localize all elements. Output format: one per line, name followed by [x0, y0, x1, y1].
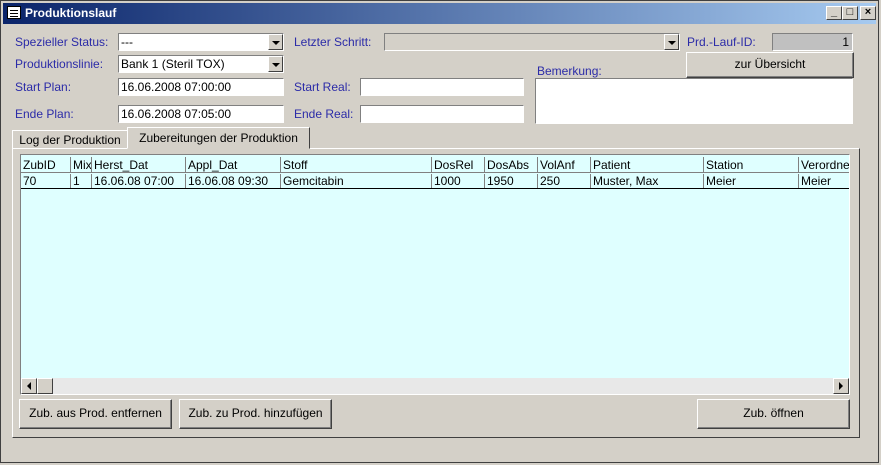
- dropdown-arrow-icon[interactable]: [268, 34, 283, 50]
- cell-herst-dat[interactable]: 16.06.08 07:00: [92, 174, 186, 189]
- start-plan-label: Start Plan:: [15, 80, 72, 94]
- start-real-label: Start Real:: [294, 80, 351, 94]
- tab-zubereitungen-der-produktion[interactable]: Zubereitungen der Produktion: [127, 127, 310, 149]
- start-real-field[interactable]: [360, 78, 524, 96]
- horizontal-scrollbar[interactable]: [21, 378, 849, 394]
- dropdown-arrow-icon[interactable]: [664, 34, 679, 50]
- column-header-station[interactable]: Station: [704, 157, 799, 173]
- header-divider: [21, 172, 849, 173]
- spezieller-status-combo[interactable]: ---: [118, 33, 284, 51]
- ende-plan-label: Ende Plan:: [15, 107, 74, 121]
- start-plan-field[interactable]: 16.06.2008 07:00:00: [118, 78, 284, 96]
- letzter-schritt-combo[interactable]: [384, 33, 680, 51]
- spezieller-status-label: Spezieller Status:: [15, 35, 109, 49]
- letzter-schritt-label: Letzter Schritt:: [294, 35, 372, 49]
- produktionslinie-combo[interactable]: Bank 1 (Steril TOX): [118, 55, 284, 73]
- cell-zubid[interactable]: 70: [21, 174, 71, 189]
- zur-uebersicht-button[interactable]: zur Übersicht: [686, 52, 854, 78]
- produktionslauf-window: Produktionslauf _ □ × Spezieller Status:…: [0, 0, 879, 463]
- row-divider: [21, 188, 849, 189]
- prd-lauf-id-field: 1: [772, 33, 853, 51]
- ende-real-field[interactable]: [360, 105, 524, 123]
- zub-hinzufuegen-button[interactable]: Zub. zu Prod. hinzufügen: [179, 399, 332, 429]
- column-header-stoff[interactable]: Stoff: [281, 157, 432, 173]
- produktionslinie-value: Bank 1 (Steril TOX): [121, 57, 225, 71]
- minimize-button[interactable]: _: [826, 6, 842, 20]
- maximize-button[interactable]: □: [842, 6, 858, 20]
- zubereitungen-datasheet[interactable]: ZubID Mix Herst_Dat Appl_Dat Stoff DosRe…: [20, 154, 850, 395]
- cell-appl-dat[interactable]: 16.06.08 09:30: [186, 174, 281, 189]
- column-header-dosabs[interactable]: DosAbs: [485, 157, 538, 173]
- scroll-left-icon[interactable]: [21, 378, 37, 394]
- column-header-volanf[interactable]: VolAnf: [538, 157, 591, 173]
- form-icon: [7, 6, 21, 19]
- close-button[interactable]: ×: [860, 6, 876, 20]
- zub-entfernen-button[interactable]: Zub. aus Prod. entfernen: [19, 399, 172, 429]
- cell-volanf[interactable]: 250: [538, 174, 591, 189]
- scrollbar-thumb[interactable]: [37, 378, 53, 394]
- cell-station[interactable]: Meier: [704, 174, 799, 189]
- column-header-zubid[interactable]: ZubID: [21, 157, 71, 173]
- cell-dosabs[interactable]: 1950: [485, 174, 538, 189]
- bemerkung-label: Bemerkung:: [537, 64, 602, 78]
- cell-dosrel[interactable]: 1000: [432, 174, 485, 189]
- scroll-right-icon[interactable]: [833, 378, 849, 394]
- spezieller-status-value: ---: [121, 35, 133, 49]
- column-header-mix[interactable]: Mix: [71, 157, 92, 173]
- title-bar[interactable]: Produktionslauf _ □ ×: [3, 3, 876, 24]
- column-header-herst-dat[interactable]: Herst_Dat: [92, 157, 186, 173]
- cell-verordner[interactable]: Meier: [799, 174, 849, 189]
- cell-patient[interactable]: Muster, Max: [591, 174, 704, 189]
- dropdown-arrow-icon[interactable]: [268, 56, 283, 72]
- prd-lauf-id-label: Prd.-Lauf-ID:: [687, 35, 756, 49]
- window-title: Produktionslauf: [25, 6, 117, 20]
- tab-log-der-produktion[interactable]: Log der Produktion: [12, 130, 128, 149]
- cell-mix[interactable]: 1: [71, 174, 92, 189]
- column-header-appl-dat[interactable]: Appl_Dat: [186, 157, 281, 173]
- column-header-dosrel[interactable]: DosRel: [432, 157, 485, 173]
- cell-stoff[interactable]: Gemcitabin: [281, 174, 432, 189]
- column-header-verordner[interactable]: Verordne: [799, 157, 849, 173]
- column-header-patient[interactable]: Patient: [591, 157, 704, 173]
- zub-oeffnen-button[interactable]: Zub. öffnen: [697, 399, 850, 429]
- ende-real-label: Ende Real:: [294, 107, 354, 121]
- produktionslinie-label: Produktionslinie:: [15, 57, 104, 71]
- ende-plan-field[interactable]: 16.06.2008 07:05:00: [118, 105, 284, 123]
- bemerkung-textarea[interactable]: [535, 78, 853, 124]
